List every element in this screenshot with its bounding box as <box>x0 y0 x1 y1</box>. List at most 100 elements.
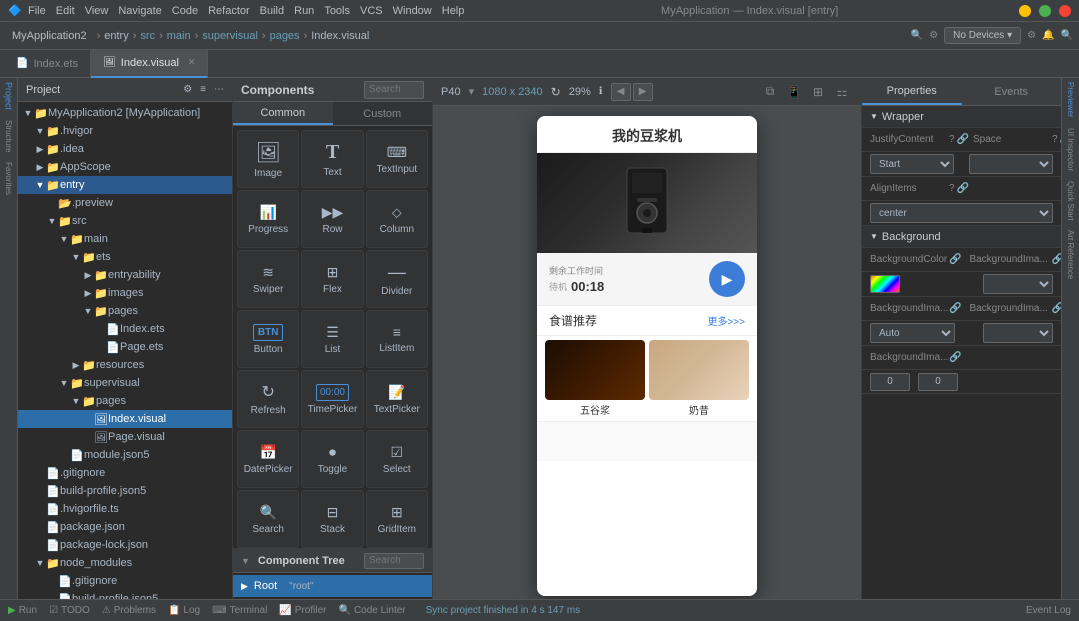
comp-textinput[interactable]: ⌨ TextInput <box>366 130 428 188</box>
preview-back-btn[interactable]: ◀ <box>611 83 631 101</box>
comp-refresh[interactable]: ↻ Refresh <box>237 370 299 428</box>
bg-color-swatch[interactable] <box>870 275 900 293</box>
bg-image-num1[interactable] <box>870 373 910 391</box>
tree-item-appscope[interactable]: ▶ 📁 AppScope <box>18 158 232 176</box>
tree-item-entry[interactable]: ▼ 📁 entry <box>18 176 232 194</box>
phone-play-button[interactable]: ▶ <box>709 261 745 297</box>
tree-item-root[interactable]: ▼ 📁 MyApplication2 [MyApplication] <box>18 104 232 122</box>
structure-icon[interactable]: Structure <box>4 120 13 152</box>
menu-tools[interactable]: Tools <box>324 5 350 17</box>
quick-start-icon[interactable]: Quick Start <box>1066 181 1075 221</box>
bg-image-link-icon-3[interactable]: 🔗 <box>1052 303 1061 314</box>
components-search[interactable] <box>364 81 424 99</box>
minimize-button[interactable] <box>1019 5 1031 17</box>
component-tree-search[interactable] <box>364 553 424 569</box>
menu-navigate[interactable]: Navigate <box>118 5 161 17</box>
comp-griditem[interactable]: ⊞ GridItem <box>366 490 428 548</box>
root-component-item[interactable]: ▶ Root "root" <box>233 575 432 597</box>
comp-tree-collapse-icon[interactable]: ▼ <box>241 556 250 566</box>
tree-item-supervisual[interactable]: ▼ 📁 supervisual <box>18 374 232 392</box>
comp-toggle[interactable]: ⏺ Toggle <box>301 430 363 488</box>
tree-item-idea[interactable]: ▶ 📁 .idea <box>18 140 232 158</box>
comp-stack[interactable]: ⊟ Stack <box>301 490 363 548</box>
bg-color-link-icon[interactable]: 🔗 <box>949 254 961 265</box>
tab-close-icon[interactable]: ✕ <box>188 57 196 68</box>
tree-item-index-ets[interactable]: 📄 Index.ets <box>18 320 232 338</box>
justify-content-dropdown[interactable]: Start <box>870 154 954 174</box>
tab-properties[interactable]: Properties <box>862 78 962 105</box>
preview-forward-btn[interactable]: ▶ <box>633 83 653 101</box>
tree-item-build-profile[interactable]: 📄 build-profile.json5 <box>18 482 232 500</box>
bg-image-dropdown-3[interactable] <box>983 323 1053 343</box>
comp-progress[interactable]: 📊 Progress <box>237 190 299 248</box>
menu-edit[interactable]: Edit <box>56 5 75 17</box>
ui-inspector-icon[interactable]: UI Inspector <box>1066 128 1075 171</box>
comp-swiper[interactable]: ≋ Swiper <box>237 250 299 308</box>
comp-image[interactable]: 🖼 Image <box>237 130 299 188</box>
menu-bar[interactable]: File Edit View Navigate Code Refactor Bu… <box>28 5 464 17</box>
tree-item-hvigor[interactable]: ▼ 📁 .hvigor <box>18 122 232 140</box>
comp-flex[interactable]: ⊞ Flex <box>301 250 363 308</box>
phone-recipe-item-1[interactable]: 五谷浆 <box>545 340 645 417</box>
tree-item-nm-gitignore[interactable]: 📄 .gitignore <box>18 572 232 590</box>
comp-list[interactable]: ☰ List <box>301 310 363 368</box>
align-items-help-icon[interactable]: ? <box>949 183 955 194</box>
bg-image-link-icon-1[interactable]: 🔗 <box>1052 254 1061 265</box>
comp-textpicker[interactable]: 📝 TextPicker <box>366 370 428 428</box>
space-dropdown[interactable] <box>969 154 1053 174</box>
preview-device-frame-icon[interactable]: 📱 <box>783 82 805 102</box>
bg-image-auto-dropdown[interactable]: Auto <box>870 323 955 343</box>
tab-index-visual[interactable]: 🖼 Index.visual ✕ <box>91 50 208 78</box>
status-profiler[interactable]: 📈 Profiler <box>279 605 326 616</box>
menu-refactor[interactable]: Refactor <box>208 5 250 17</box>
menu-file[interactable]: File <box>28 5 46 17</box>
toolbar-app-name[interactable]: MyApplication2 <box>6 28 93 44</box>
tree-item-src[interactable]: ▼ 📁 src <box>18 212 232 230</box>
comp-search[interactable]: 🔍 Search <box>237 490 299 548</box>
status-problems[interactable]: ⚠ Problems <box>102 605 156 616</box>
status-run[interactable]: ▶ Run <box>8 605 37 616</box>
comp-timepicker[interactable]: 00:00 TimePicker <box>301 370 363 428</box>
menu-help[interactable]: Help <box>442 5 465 17</box>
tree-item-entryability[interactable]: ▶ 📁 entryability <box>18 266 232 284</box>
align-items-dropdown[interactable]: center <box>870 203 1053 223</box>
tree-item-hvigorfile[interactable]: 📄 .hvigorfile.ts <box>18 500 232 518</box>
comp-divider[interactable]: — Divider <box>366 250 428 308</box>
project-more-icon[interactable]: ⋯ <box>214 84 224 95</box>
preview-copy-icon[interactable]: ⧉ <box>759 82 781 102</box>
tree-item-index-visual[interactable]: 🖼 Index.visual <box>18 410 232 428</box>
bg-image-link-icon-2[interactable]: 🔗 <box>949 303 961 314</box>
comp-text[interactable]: T Text <box>301 130 363 188</box>
justify-content-link-icon[interactable]: 🔗 <box>957 134 969 145</box>
phone-recipe-item-2[interactable]: 奶昔 <box>649 340 749 417</box>
tree-item-pages[interactable]: ▼ 📁 pages <box>18 302 232 320</box>
menu-build[interactable]: Build <box>260 5 284 17</box>
wrapper-section-header[interactable]: ▼ Wrapper <box>862 106 1061 128</box>
favorites-icon[interactable]: Favorites <box>4 162 13 195</box>
device-selector[interactable]: No Devices ▾ <box>944 27 1021 44</box>
status-log[interactable]: 📋 Log <box>168 605 200 616</box>
tree-item-page-ets[interactable]: 📄 Page.ets <box>18 338 232 356</box>
comp-column[interactable]: ⬦ Column <box>366 190 428 248</box>
tree-item-package-json[interactable]: 📄 package.json <box>18 518 232 536</box>
tree-item-nm-build-profile[interactable]: 📄 build-profile.json5 <box>18 590 232 599</box>
tree-item-supervisual-pages[interactable]: ▼ 📁 pages <box>18 392 232 410</box>
preview-refresh-icon[interactable]: ↻ <box>551 85 561 99</box>
tree-item-main[interactable]: ▼ 📁 main <box>18 230 232 248</box>
preview-select-icon[interactable]: ⊞ <box>807 82 829 102</box>
tree-item-preview[interactable]: 📂 .preview <box>18 194 232 212</box>
art-reference-icon[interactable]: Art Reference <box>1066 230 1075 279</box>
justify-content-help-icon[interactable]: ? <box>949 134 955 145</box>
comp-tab-common[interactable]: Common <box>233 102 333 125</box>
bg-image-num2[interactable] <box>918 373 958 391</box>
menu-vcs[interactable]: VCS <box>360 5 383 17</box>
tree-item-gitignore[interactable]: 📄 .gitignore <box>18 464 232 482</box>
project-icon[interactable]: Project <box>4 82 14 110</box>
status-code-linter[interactable]: 🔍 Code Linter <box>338 605 405 616</box>
comp-listitem[interactable]: ≡ ListItem <box>366 310 428 368</box>
bg-image-link-icon-4[interactable]: 🔗 <box>949 352 961 363</box>
menu-view[interactable]: View <box>85 5 109 17</box>
tree-item-package-lock[interactable]: 📄 package-lock.json <box>18 536 232 554</box>
preview-zoom-info-icon[interactable]: ℹ <box>599 86 603 97</box>
tab-index-ets[interactable]: 📄 Index.ets <box>4 50 91 78</box>
